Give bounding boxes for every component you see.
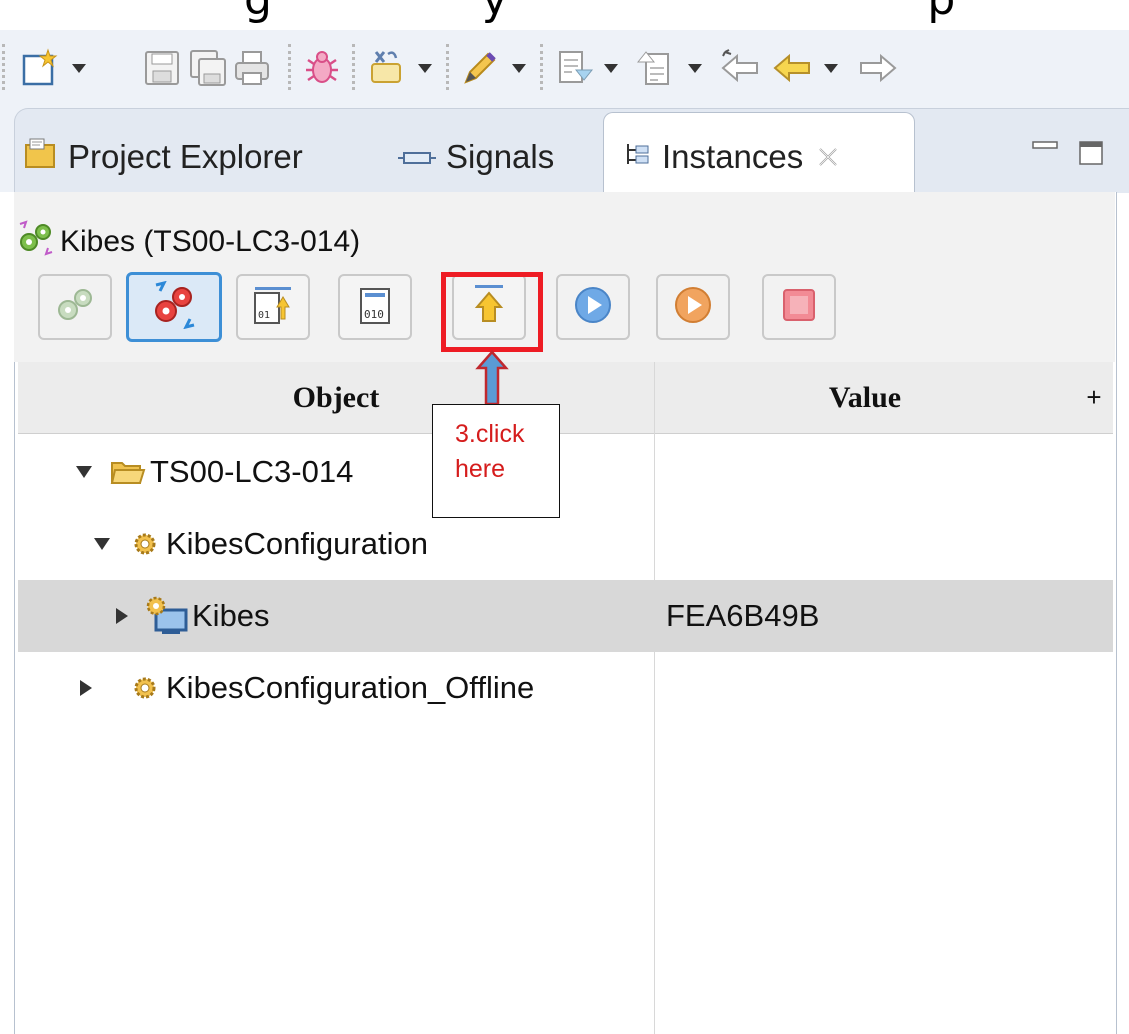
gear-icon xyxy=(132,508,158,580)
table-row[interactable]: KibesConfiguration xyxy=(18,508,1113,580)
folder-open-icon xyxy=(110,436,146,508)
save-all-icon[interactable] xyxy=(186,42,230,94)
signals-icon xyxy=(398,138,436,176)
next-annotation-dropdown[interactable] xyxy=(598,42,624,94)
restart-button[interactable] xyxy=(656,274,730,340)
row-object-label: KibesConfiguration_Offline xyxy=(166,670,535,705)
tab-label: Instances xyxy=(662,138,804,175)
toolbar-separator xyxy=(2,44,9,90)
forward-icon[interactable] xyxy=(852,42,902,94)
annotation-highlight-box xyxy=(441,272,543,352)
tab-label: Signals xyxy=(446,138,555,175)
toolbar-separator xyxy=(352,44,359,90)
previous-annotation-icon[interactable] xyxy=(632,42,680,94)
start-icon xyxy=(572,284,614,331)
tab-instances[interactable]: Instances xyxy=(624,122,839,192)
tab-signals[interactable]: Signals xyxy=(398,122,554,192)
stop-icon xyxy=(778,284,820,331)
column-header-value[interactable]: Value xyxy=(655,362,1075,434)
row-object-label: Kibes xyxy=(192,598,270,633)
gear-icon xyxy=(132,652,158,724)
connect-icon xyxy=(150,280,198,334)
row-value-label: FEA6B49B xyxy=(666,598,820,633)
expand-toggle-icon[interactable] xyxy=(94,508,110,580)
project-explorer-icon xyxy=(24,137,58,177)
download-binary-button[interactable]: 010 xyxy=(338,274,412,340)
annotation-line-2: here xyxy=(455,455,506,483)
refactor-dropdown[interactable] xyxy=(412,42,438,94)
new-icon[interactable] xyxy=(14,42,66,94)
start-button[interactable] xyxy=(556,274,630,340)
table-row-selected[interactable]: Kibes FEA6B49B xyxy=(18,580,1113,652)
tab-project-explorer[interactable]: Project Explorer xyxy=(24,122,303,192)
kibes-gears-icon xyxy=(18,220,54,264)
pen-dropdown[interactable] xyxy=(506,42,532,94)
expand-toggle-icon[interactable] xyxy=(76,436,92,508)
restart-icon xyxy=(672,284,714,331)
expand-toggle-icon[interactable] xyxy=(116,580,128,652)
print-icon[interactable] xyxy=(230,42,274,94)
cut-off-header-text: g y p xyxy=(0,0,1129,30)
minimize-icon[interactable] xyxy=(1030,138,1060,163)
previous-annotation-dropdown[interactable] xyxy=(682,42,708,94)
table-row[interactable]: TS00-LC3-014 xyxy=(18,436,1113,508)
add-column-label: + xyxy=(1086,382,1102,412)
device-icon xyxy=(146,580,190,652)
row-object-label: TS00-LC3-014 xyxy=(150,454,354,489)
add-column-button[interactable]: + xyxy=(1075,362,1113,434)
disconnect-button[interactable] xyxy=(38,274,112,340)
view-title-text: Kibes (TS00-LC3-014) xyxy=(60,225,361,258)
last-edit-icon[interactable] xyxy=(716,42,766,94)
view-title: Kibes (TS00-LC3-014) xyxy=(18,220,360,264)
table-row[interactable]: KibesConfiguration_Offline xyxy=(18,652,1113,724)
row-object-label: KibesConfiguration xyxy=(166,526,428,561)
toolbar-separator xyxy=(288,44,295,90)
svg-text:010: 010 xyxy=(364,308,384,321)
expand-toggle-icon[interactable] xyxy=(80,652,92,724)
disconnect-icon xyxy=(54,284,96,331)
next-annotation-icon[interactable] xyxy=(550,42,598,94)
column-header-label: Value xyxy=(828,380,902,414)
connect-button[interactable] xyxy=(126,272,222,342)
stop-button[interactable] xyxy=(762,274,836,340)
toolbar-separator xyxy=(540,44,547,90)
back-icon[interactable] xyxy=(768,42,818,94)
debug-icon[interactable] xyxy=(298,42,346,94)
upload-binary-icon: 01 xyxy=(251,283,295,332)
tab-label: Project Explorer xyxy=(68,138,303,175)
refactor-icon[interactable] xyxy=(362,42,410,94)
upload-binary-button[interactable]: 01 xyxy=(236,274,310,340)
new-dropdown[interactable] xyxy=(66,42,92,94)
svg-text:01: 01 xyxy=(258,310,270,321)
annotation-arrow-icon xyxy=(475,350,509,406)
annotation-line-1: 3.click xyxy=(455,420,525,448)
save-icon[interactable] xyxy=(140,42,184,94)
pen-icon[interactable] xyxy=(456,42,504,94)
annotation-callout: 3.click here xyxy=(432,404,560,518)
toolbar-separator xyxy=(446,44,453,90)
download-binary-icon: 010 xyxy=(353,283,397,332)
back-dropdown[interactable] xyxy=(818,42,844,94)
instances-icon xyxy=(624,138,652,176)
close-icon[interactable] xyxy=(817,138,839,176)
column-header-label: Object xyxy=(292,380,380,414)
maximize-icon[interactable] xyxy=(1078,138,1104,173)
